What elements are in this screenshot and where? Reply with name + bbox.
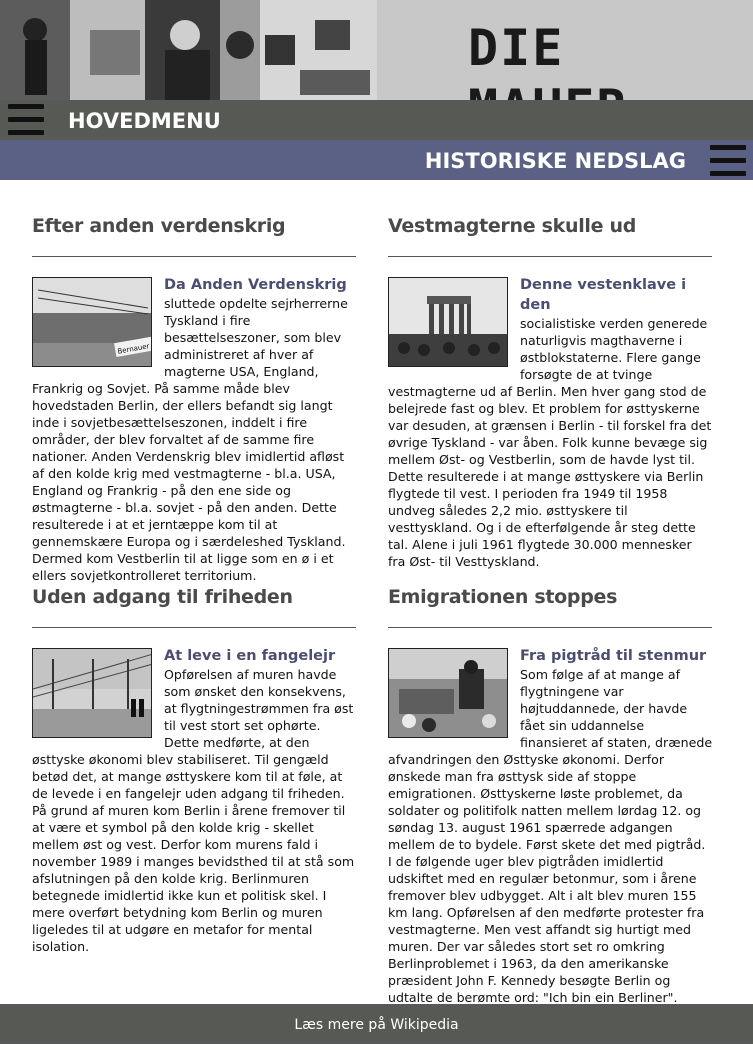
article-section: Emigrationen stoppes Fra pigtråd til ste…: [388, 581, 713, 1006]
section-heading: Vestmagterne skulle ud: [388, 215, 637, 237]
header-banner: DIE MAUER: [0, 0, 753, 137]
article-section: Vestmagterne skulle ud Denne vestenklave…: [388, 210, 713, 570]
wikipedia-link[interactable]: Læs mere på Wikipedia: [294, 1017, 458, 1033]
section-heading: Uden adgang til friheden: [32, 586, 293, 608]
section-heading: Emigrationen stoppes: [388, 586, 618, 608]
main-menu-bar[interactable]: HOVEDMENU: [0, 100, 753, 140]
hamburger-icon[interactable]: [8, 104, 44, 136]
main-menu-label[interactable]: HOVEDMENU: [68, 106, 221, 136]
hamburger-icon[interactable]: [710, 145, 746, 177]
article-text: Bernauer Str. Da Anden Verdenskrig slutt…: [32, 275, 357, 584]
article-image: [32, 648, 152, 738]
article-image: Bernauer Str.: [32, 277, 152, 367]
section-heading: Efter anden verdenskrig: [32, 215, 286, 237]
divider: [388, 627, 712, 628]
divider: [388, 256, 712, 257]
article-text: At leve i en fangelejr Opførelsen af mur…: [32, 646, 357, 955]
divider: [32, 256, 356, 257]
article-image: [388, 648, 508, 738]
article-section: Efter anden verdenskrig Bernauer Str. Da…: [32, 210, 357, 584]
footer-bar: Læs mere på Wikipedia: [0, 1004, 753, 1044]
section-menu-bar[interactable]: HISTORISKE NEDSLAG: [0, 140, 753, 180]
article-text: Fra pigtråd til stenmur Som følge af at …: [388, 646, 713, 1006]
section-title: HISTORISKE NEDSLAG: [424, 149, 686, 173]
article-section: Uden adgang til friheden At leve i en fa…: [32, 581, 357, 955]
divider: [32, 627, 356, 628]
article-text: Denne vestenklave i den socialistiske ve…: [388, 275, 713, 570]
article-image: [388, 277, 508, 367]
banner-photo-collage: [0, 0, 377, 100]
